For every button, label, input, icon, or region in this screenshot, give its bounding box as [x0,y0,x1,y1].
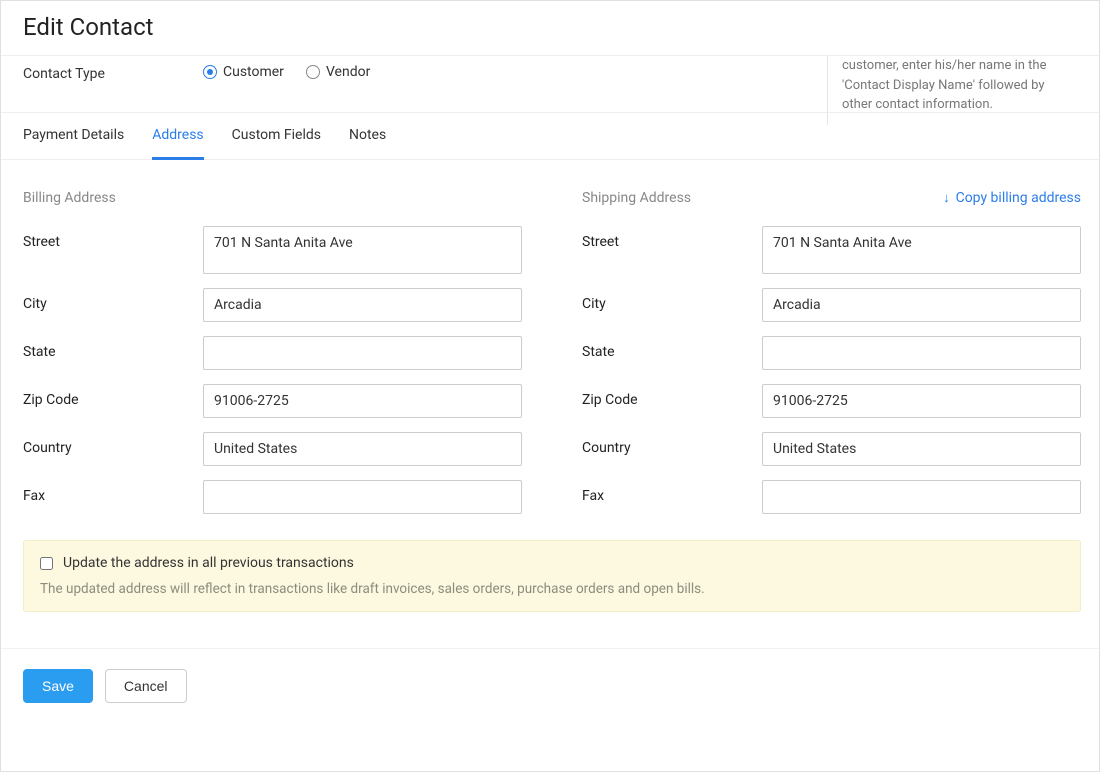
shipping-country-label: Country [582,432,762,456]
update-previous-transactions-label: Update the address in all previous trans… [63,555,354,571]
contact-type-vendor-label: Vendor [326,64,370,80]
shipping-state-input[interactable] [762,336,1081,370]
shipping-state-label: State [582,336,762,360]
radio-icon [203,65,217,79]
page-title: Edit Contact [23,13,1077,41]
shipping-city-label: City [582,288,762,312]
billing-zip-label: Zip Code [23,384,203,408]
update-previous-transactions-description: The updated address will reflect in tran… [40,581,1064,597]
billing-fax-input[interactable] [203,480,522,514]
tab-custom-fields[interactable]: Custom Fields [232,113,321,159]
tab-notes[interactable]: Notes [349,113,386,159]
contact-type-vendor-radio[interactable]: Vendor [306,64,370,80]
radio-icon [306,65,320,79]
shipping-street-label: Street [582,226,762,250]
shipping-city-input[interactable] [762,288,1081,322]
shipping-zip-label: Zip Code [582,384,762,408]
billing-city-input[interactable] [203,288,522,322]
billing-zip-input[interactable] [203,384,522,418]
copy-billing-address-link[interactable]: ↓ Copy billing address [943,190,1081,206]
save-button[interactable]: Save [23,669,93,703]
shipping-fax-label: Fax [582,480,762,504]
billing-state-input[interactable] [203,336,522,370]
billing-state-label: State [23,336,203,360]
contact-type-label: Contact Type [23,64,203,82]
contact-type-customer-label: Customer [223,64,284,80]
shipping-country-input[interactable] [762,432,1081,466]
tab-address[interactable]: Address [152,113,203,160]
shipping-fax-input[interactable] [762,480,1081,514]
shipping-street-input[interactable] [762,226,1081,274]
billing-street-input[interactable] [203,226,522,274]
update-previous-transactions-checkbox[interactable] [40,557,53,570]
billing-country-label: Country [23,432,203,456]
copy-billing-address-label: Copy billing address [956,190,1081,206]
billing-fax-label: Fax [23,480,203,504]
update-previous-transactions-box: Update the address in all previous trans… [23,540,1081,612]
shipping-zip-input[interactable] [762,384,1081,418]
tab-payment-details[interactable]: Payment Details [23,113,124,159]
cancel-button[interactable]: Cancel [105,669,187,703]
down-arrow-icon: ↓ [943,192,950,205]
billing-street-label: Street [23,226,203,250]
billing-country-input[interactable] [203,432,522,466]
contact-type-customer-radio[interactable]: Customer [203,64,284,80]
billing-city-label: City [23,288,203,312]
billing-address-title: Billing Address [23,190,116,206]
contact-help-text: customer, enter his/her name in the 'Con… [827,56,1077,125]
shipping-address-title: Shipping Address [582,190,691,206]
